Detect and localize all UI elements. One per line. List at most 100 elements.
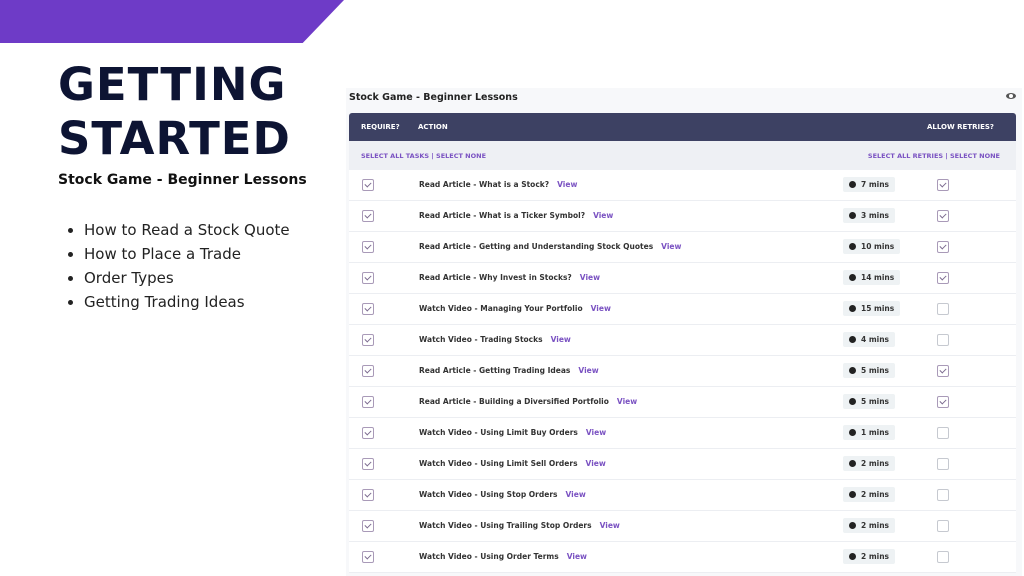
require-checkbox[interactable]: [362, 458, 374, 470]
action-label: Read Article - Building a Diversified Po…: [419, 397, 609, 406]
duration-label: 14 mins: [861, 273, 895, 282]
title-line-1: GETTING: [58, 58, 287, 111]
duration-label: 2 mins: [861, 521, 890, 530]
allow-retries-checkbox[interactable]: [937, 551, 949, 563]
require-checkbox[interactable]: [362, 179, 374, 191]
header-require: REQUIRE?: [361, 123, 400, 131]
allow-retries-checkbox[interactable]: [937, 303, 949, 315]
alarm-clock-icon: [849, 553, 856, 560]
action-label: Watch Video - Using Stop Orders: [419, 490, 558, 499]
view-link[interactable]: View: [600, 521, 620, 530]
action-label: Watch Video - Using Limit Sell Orders: [419, 459, 578, 468]
table-row: Watch Video - Using Order Terms View 2 min…: [349, 542, 1016, 573]
select-tasks-links[interactable]: SELECT ALL TASKS | SELECT NONE: [361, 152, 486, 160]
panel-title: Stock Game - Beginner Lessons: [349, 92, 518, 103]
alarm-clock-icon: [849, 181, 856, 188]
action-label: Read Article - Why Invest in Stocks?: [419, 273, 572, 282]
view-link[interactable]: View: [580, 273, 600, 282]
table-row: Watch Video - Using Limit Sell Orders Vie…: [349, 449, 1016, 480]
alarm-clock-icon: [849, 367, 856, 374]
allow-retries-checkbox[interactable]: [937, 241, 949, 253]
action-label: Watch Video - Using Trailing Stop Orders: [419, 521, 592, 530]
alarm-clock-icon: [849, 274, 856, 281]
action-cell: Watch Video - Managing Your Portfolio Vie…: [419, 304, 611, 313]
action-cell: Watch Video - Using Order Terms View: [419, 552, 587, 561]
lesson-rows: Read Article - What is a Stock? View 7 min…: [349, 170, 1016, 573]
duration-badge: 1 mins: [843, 425, 896, 440]
alarm-clock-icon: [849, 522, 856, 529]
view-link[interactable]: View: [578, 366, 598, 375]
require-checkbox[interactable]: [362, 272, 374, 284]
table-header: REQUIRE? ACTION ALLOW RETRIES?: [349, 113, 1016, 141]
view-link[interactable]: View: [617, 397, 637, 406]
duration-label: 15 mins: [861, 304, 895, 313]
alarm-clock-icon: [849, 460, 856, 467]
require-checkbox[interactable]: [362, 427, 374, 439]
allow-retries-checkbox[interactable]: [937, 458, 949, 470]
allow-retries-checkbox[interactable]: [937, 489, 949, 501]
duration-label: 2 mins: [861, 552, 890, 561]
duration-badge: 5 mins: [843, 363, 896, 378]
alarm-clock-icon: [849, 398, 856, 405]
require-checkbox[interactable]: [362, 210, 374, 222]
lessons-panel: Stock Game - Beginner Lessons REQUIRE? A…: [346, 88, 1022, 576]
select-row: SELECT ALL TASKS | SELECT NONE SELECT AL…: [349, 141, 1016, 170]
action-label: Read Article - What is a Stock?: [419, 180, 550, 189]
alarm-clock-icon: [849, 212, 856, 219]
allow-retries-checkbox[interactable]: [937, 396, 949, 408]
action-label: Watch Video - Using Order Terms: [419, 552, 559, 561]
view-link[interactable]: View: [593, 211, 613, 220]
action-label: Watch Video - Using Limit Buy Orders: [419, 428, 578, 437]
view-link[interactable]: View: [557, 180, 577, 189]
duration-badge: 4 mins: [843, 332, 896, 347]
view-link[interactable]: View: [586, 459, 606, 468]
allow-retries-checkbox[interactable]: [937, 272, 949, 284]
allow-retries-checkbox[interactable]: [937, 334, 949, 346]
allow-retries-checkbox[interactable]: [937, 179, 949, 191]
action-cell: Watch Video - Using Limit Sell Orders Vie…: [419, 459, 606, 468]
topic-list: How to Read a Stock Quote How to Place a…: [64, 218, 290, 314]
title-line-2: STARTED: [58, 112, 291, 165]
action-cell: Watch Video - Using Limit Buy Orders View: [419, 428, 606, 437]
action-cell: Watch Video - Trading Stocks View: [419, 335, 571, 344]
duration-badge: 14 mins: [843, 270, 901, 285]
table-row: Read Article - What is a Ticker Symbol? V…: [349, 201, 1016, 232]
accent-banner: [0, 0, 344, 43]
allow-retries-checkbox[interactable]: [937, 520, 949, 532]
action-cell: Read Article - Getting and Understanding…: [419, 242, 681, 251]
topic-item: Order Types: [84, 266, 290, 290]
require-checkbox[interactable]: [362, 334, 374, 346]
require-checkbox[interactable]: [362, 551, 374, 563]
require-checkbox[interactable]: [362, 396, 374, 408]
eye-icon[interactable]: [1006, 93, 1016, 99]
view-link[interactable]: View: [566, 490, 586, 499]
table-row: Watch Video - Using Limit Buy Orders View…: [349, 418, 1016, 449]
allow-retries-checkbox[interactable]: [937, 210, 949, 222]
allow-retries-checkbox[interactable]: [937, 365, 949, 377]
action-label: Read Article - What is a Ticker Symbol?: [419, 211, 586, 220]
duration-label: 5 mins: [861, 366, 890, 375]
view-link[interactable]: View: [551, 335, 571, 344]
view-link[interactable]: View: [591, 304, 611, 313]
view-link[interactable]: View: [567, 552, 587, 561]
duration-label: 2 mins: [861, 490, 890, 499]
duration-badge: 2 mins: [843, 549, 896, 564]
action-label: Watch Video - Managing Your Portfolio: [419, 304, 583, 313]
duration-badge: 15 mins: [843, 301, 901, 316]
select-retries-links[interactable]: SELECT ALL RETRIES | SELECT NONE: [868, 152, 1000, 160]
topic-item: Getting Trading Ideas: [84, 290, 290, 314]
require-checkbox[interactable]: [362, 365, 374, 377]
header-allow-retries: ALLOW RETRIES?: [926, 123, 994, 131]
action-cell: Read Article - Getting Trading Ideas View: [419, 366, 599, 375]
duration-badge: 10 mins: [843, 239, 901, 254]
page-title: GETTING STARTED: [58, 58, 291, 166]
view-link[interactable]: View: [661, 242, 681, 251]
require-checkbox[interactable]: [362, 520, 374, 532]
require-checkbox[interactable]: [362, 489, 374, 501]
allow-retries-checkbox[interactable]: [937, 427, 949, 439]
require-checkbox[interactable]: [362, 241, 374, 253]
require-checkbox[interactable]: [362, 303, 374, 315]
view-link[interactable]: View: [586, 428, 606, 437]
duration-label: 7 mins: [861, 180, 890, 189]
topic-item: How to Place a Trade: [84, 242, 290, 266]
